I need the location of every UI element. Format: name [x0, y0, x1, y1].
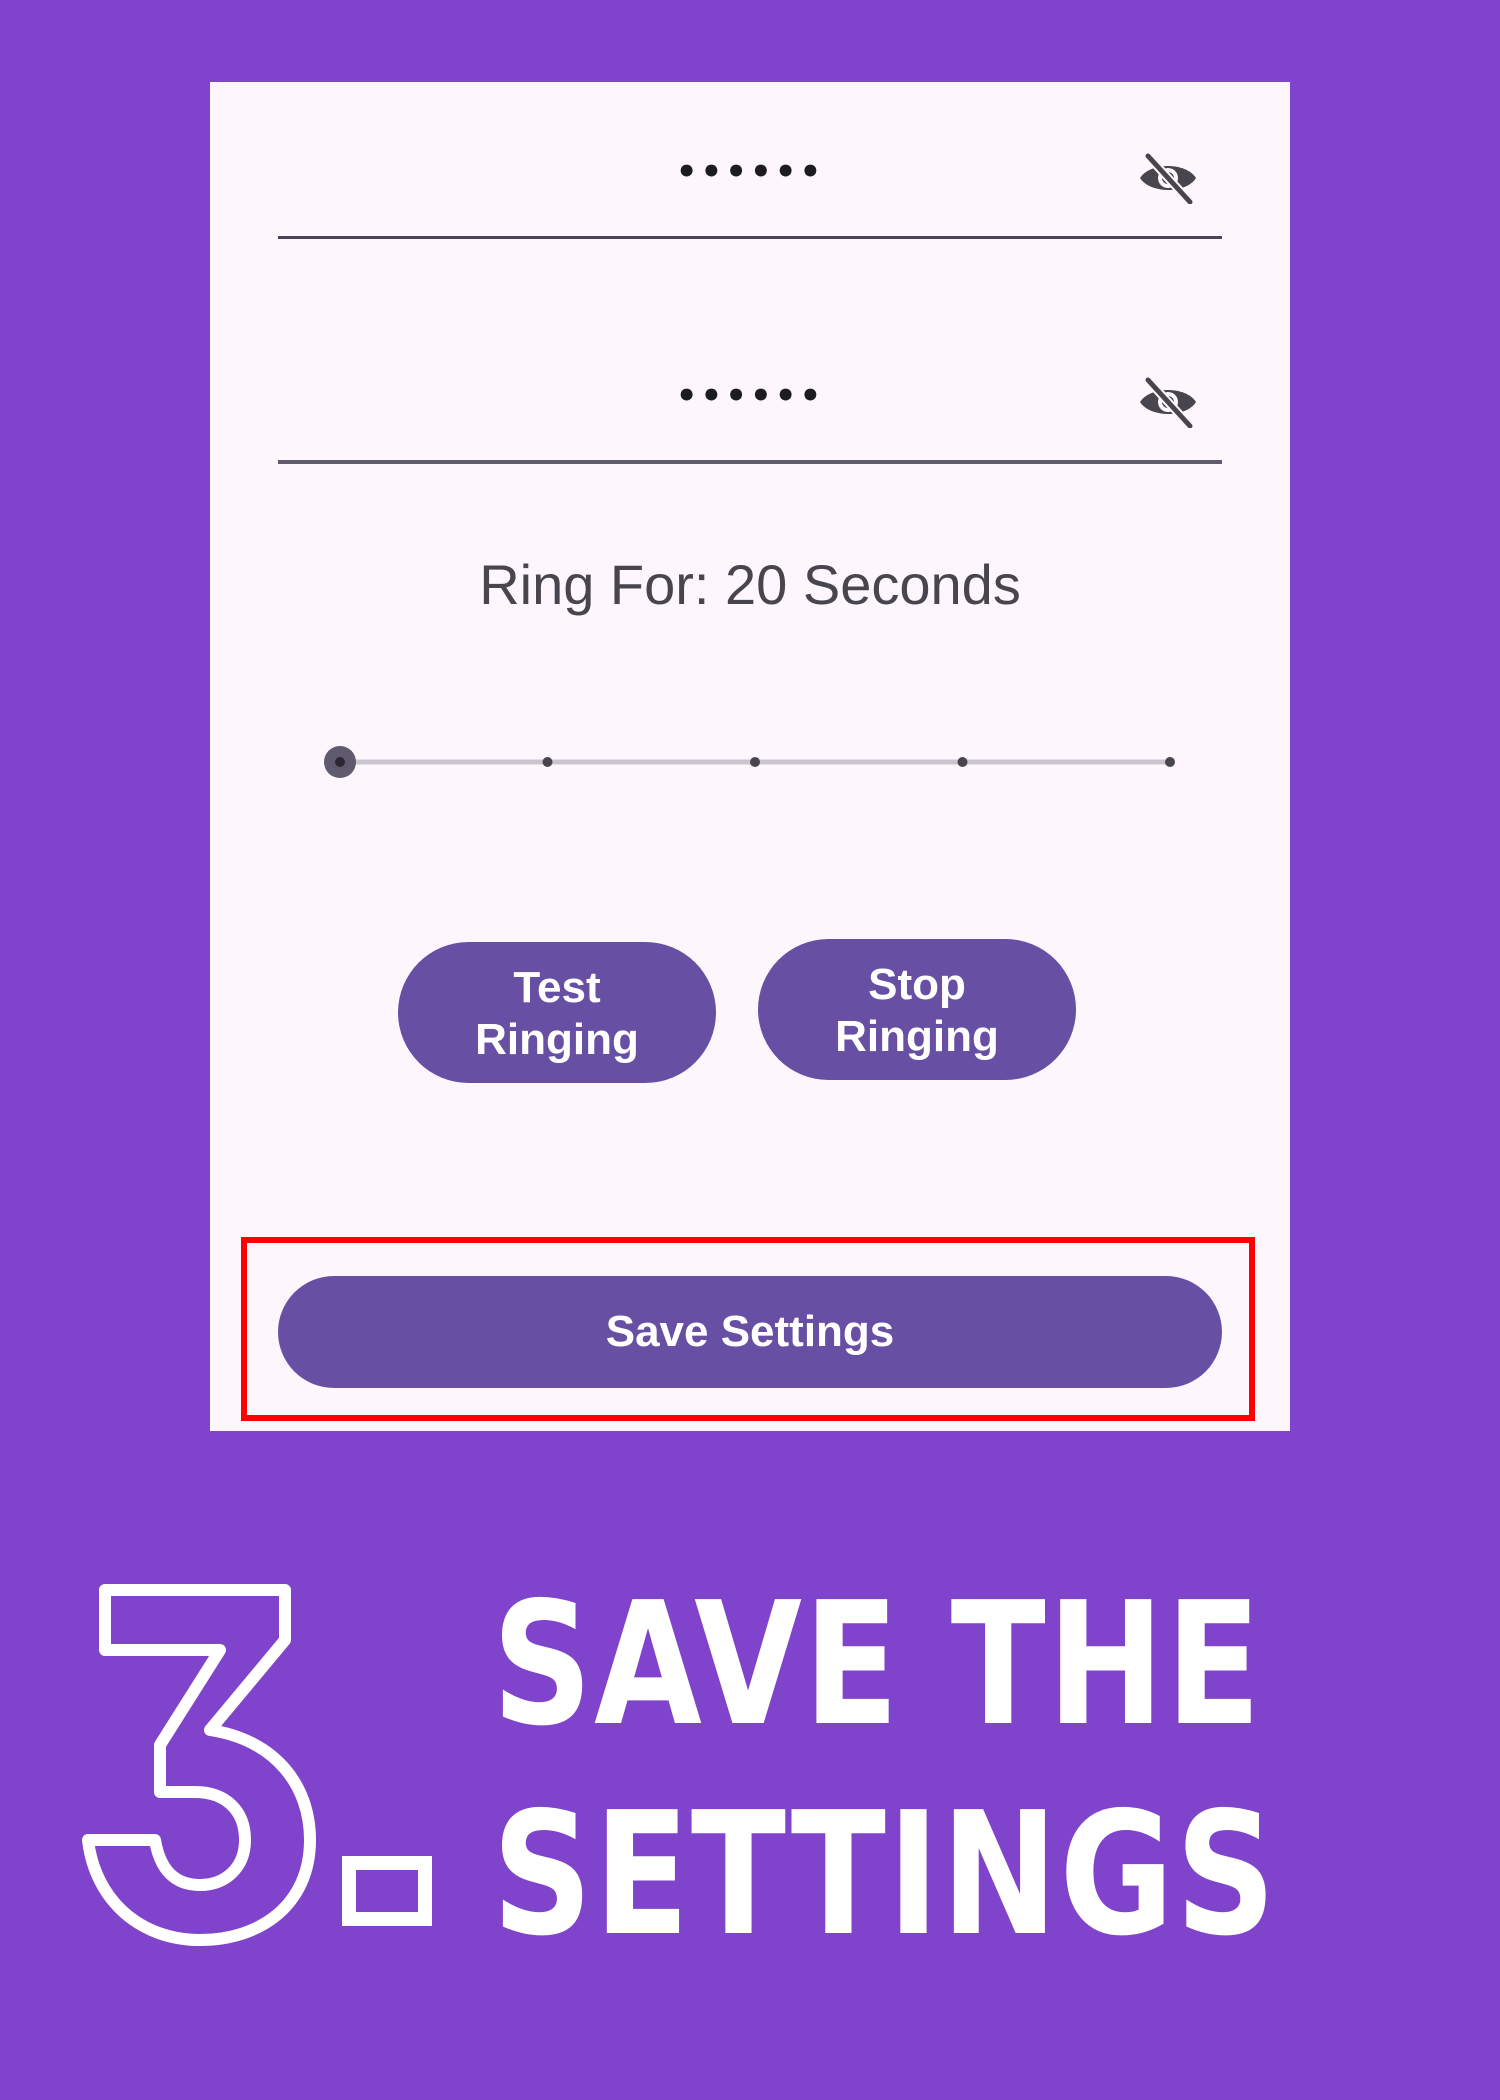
button-label-line1: Stop: [868, 960, 966, 1009]
eye-off-icon[interactable]: [1136, 152, 1200, 206]
confirm-password-field[interactable]: ••••••: [278, 336, 1222, 464]
password-field[interactable]: ••••••: [278, 112, 1222, 239]
eye-off-icon[interactable]: [1136, 376, 1200, 430]
highlight-annotation: [241, 1237, 1255, 1421]
test-ringing-button[interactable]: Test Ringing: [398, 942, 716, 1083]
slider-tick[interactable]: [1165, 757, 1175, 767]
slider-tick[interactable]: [957, 757, 968, 767]
button-label-line2: Ringing: [835, 1012, 999, 1061]
step-number-graphic: [60, 1570, 330, 1950]
ring-duration-slider[interactable]: [310, 732, 1190, 792]
stop-ringing-button[interactable]: Stop Ringing: [758, 939, 1076, 1080]
button-label-line2: Ringing: [475, 1015, 639, 1064]
slider-tick[interactable]: [542, 757, 553, 767]
step-number-period: [342, 1856, 432, 1926]
caption-line-2: SETTINGS: [492, 1776, 1278, 1974]
tutorial-slide: { "form": { "password_field_1": { "maske…: [0, 0, 1500, 2100]
password-masked-value: ••••••: [675, 152, 825, 192]
app-screen: •••••• •••••• Ring For: 20 Seconds Test …: [210, 82, 1290, 1431]
password-masked-value: ••••••: [675, 376, 825, 416]
slider-thumb-center: [335, 757, 345, 767]
step-caption: SAVE THE SETTINGS: [492, 1560, 1312, 1980]
button-label-line1: Test: [513, 963, 601, 1012]
caption-line-1: SAVE THE: [492, 1566, 1263, 1764]
ring-duration-label: Ring For: 20 Seconds: [479, 553, 1021, 616]
slider-tick[interactable]: [750, 757, 760, 767]
